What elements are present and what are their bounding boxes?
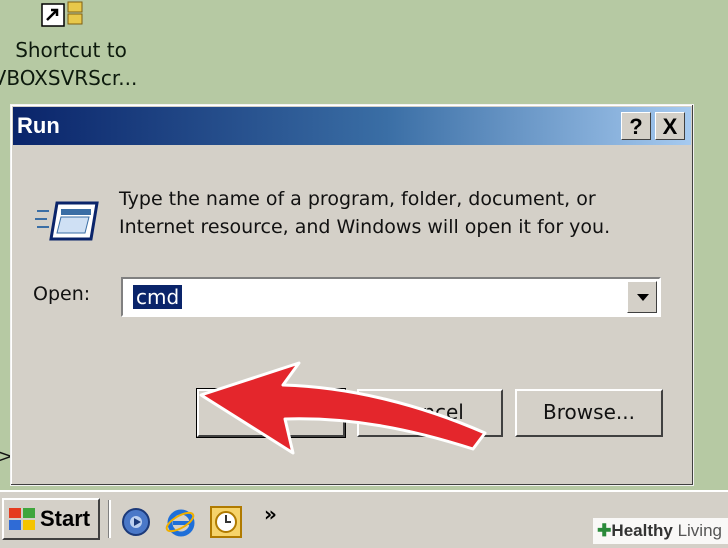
desktop-shortcut[interactable]: Shortcut to VBOXSVRScr...	[0, 0, 150, 95]
dialog-description: Type the name of a program, folder, docu…	[119, 188, 611, 238]
watermark-logo-icon: ✚	[597, 521, 612, 540]
windows-logo-icon	[9, 508, 35, 530]
clock-icon[interactable]	[210, 506, 242, 538]
run-dialog: Run ? X Type the name of a program, fold…	[10, 104, 694, 486]
internet-explorer-icon[interactable]	[164, 506, 196, 538]
open-combobox[interactable]: cmd	[121, 277, 661, 317]
watermark-brand-bold: Healthy	[611, 521, 673, 540]
help-button[interactable]: ?	[621, 112, 651, 140]
start-button[interactable]: Start	[2, 498, 100, 540]
combo-dropdown-button[interactable]	[627, 281, 657, 313]
start-label: Start	[40, 506, 91, 531]
shortcut-label-line1: Shortcut to	[15, 38, 127, 62]
run-icon	[35, 201, 99, 241]
shortcut-icon	[41, 1, 83, 27]
watermark-brand-rest: Living	[677, 521, 722, 540]
close-button[interactable]: X	[655, 112, 685, 140]
browse-button[interactable]: Browse...	[515, 389, 663, 437]
taskbar-separator	[108, 500, 111, 538]
open-label: Open:	[33, 283, 91, 305]
taskbar: Start » ✚Healthy Living	[0, 490, 728, 548]
dialog-title: Run	[17, 113, 60, 138]
quick-launch-overflow-button[interactable]: »	[264, 502, 277, 526]
open-input-value[interactable]: cmd	[133, 285, 183, 309]
media-player-icon[interactable]	[120, 506, 152, 538]
red-arrow-annotation	[199, 361, 487, 455]
shortcut-label-line2: VBOXSVRScr...	[0, 66, 138, 90]
chevron-down-icon	[637, 294, 649, 301]
title-bar[interactable]: Run ? X	[13, 107, 691, 145]
watermark: ✚Healthy Living	[593, 518, 728, 544]
